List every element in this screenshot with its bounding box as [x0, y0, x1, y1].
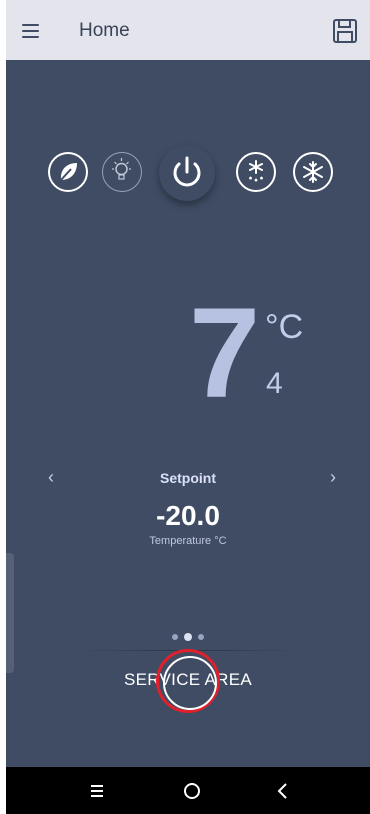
setpoint-sublabel: Temperature °C — [149, 535, 227, 547]
secondary-value: 4 — [266, 367, 283, 400]
snowflake-icon — [303, 161, 323, 183]
service-area-button[interactable]: SERVICE AREA — [6, 670, 370, 690]
temperature-unit: °C — [265, 308, 304, 346]
eco-mode-button[interactable] — [48, 152, 88, 192]
system-nav-bar — [6, 767, 370, 814]
setpoint-value[interactable]: -20.0 — [6, 500, 370, 532]
mode-selector — [6, 145, 370, 215]
fast-freeze-mode-button[interactable] — [293, 152, 333, 192]
defrost-mode-button[interactable] — [236, 152, 276, 192]
app-bar: Home — [6, 0, 370, 60]
defrost-icon — [249, 160, 263, 182]
divider — [76, 650, 300, 651]
power-icon — [173, 156, 201, 187]
page-dot — [171, 633, 178, 640]
hamburger-menu-icon[interactable] — [16, 16, 44, 44]
side-drawer-handle[interactable] — [6, 553, 14, 673]
page-dot-active — [184, 632, 192, 641]
light-bulb-icon — [112, 158, 131, 180]
recent-apps-button[interactable] — [82, 779, 112, 803]
light-mode-button[interactable] — [102, 152, 142, 192]
phone-screen: Home 7 °C 4 ‹ Setpoint › -20.0 Temperatu… — [6, 0, 370, 814]
recent-apps-icon — [91, 785, 103, 797]
leaf-icon — [60, 163, 77, 181]
save-icon[interactable] — [330, 16, 360, 46]
next-page-arrow[interactable]: › — [321, 465, 345, 489]
back-button[interactable] — [268, 779, 298, 803]
page-indicator — [6, 628, 370, 641]
back-chevron-icon — [277, 783, 287, 799]
home-button[interactable] — [177, 779, 207, 803]
page-title: Home — [79, 20, 130, 41]
power-button[interactable] — [159, 145, 215, 201]
page-dot — [198, 633, 205, 640]
current-temperature: 7 — [189, 282, 261, 425]
home-circle-icon — [184, 783, 200, 799]
setpoint-label: Setpoint — [160, 470, 216, 486]
